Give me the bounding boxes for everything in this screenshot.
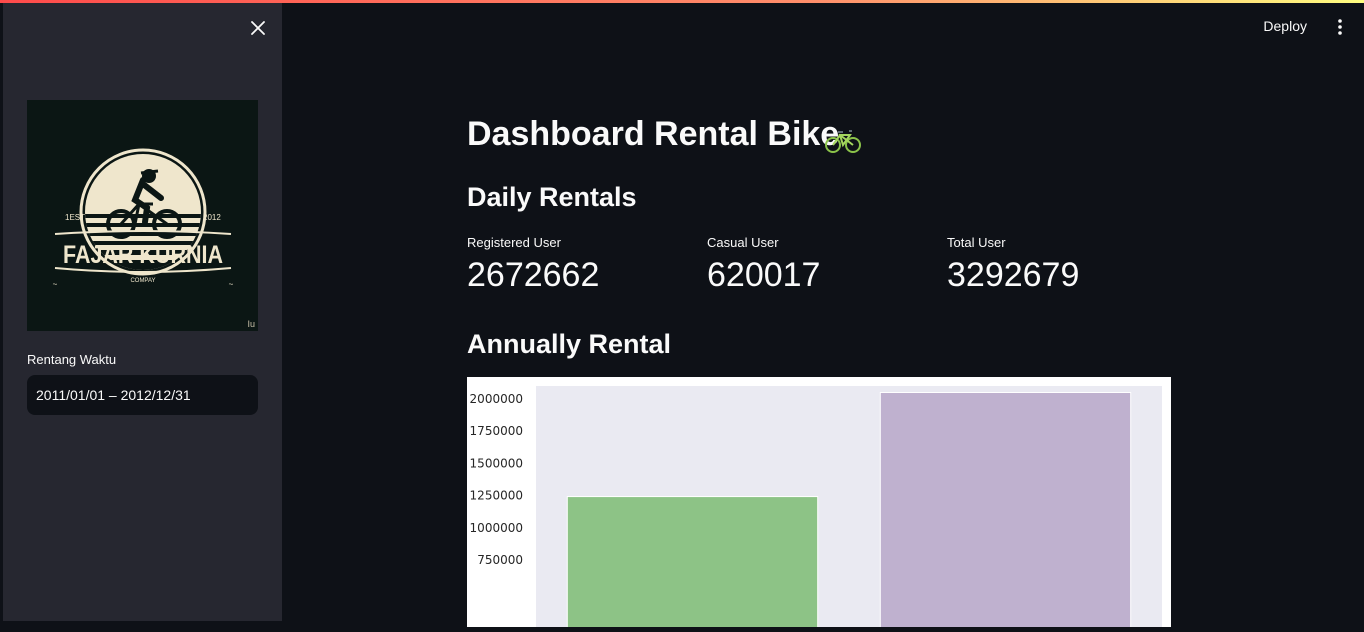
metric-total: Total User 3292679 (947, 235, 1079, 295)
y-tick-label: 1000000 (470, 521, 523, 535)
bar-1 (879, 392, 1132, 632)
metric-value: 620017 (707, 256, 821, 294)
bicycle-icon (825, 130, 861, 153)
y-tick-label: 1750000 (470, 424, 523, 438)
metric-label: Casual User (707, 235, 779, 250)
date-range-value: 2011/01/01 – 2012/12/31 (36, 387, 191, 403)
sidebar: 1EST 2012 FAJAR KURNIA COMPAY ~ ~ Iu Ren… (3, 3, 282, 621)
metric-value: 2672662 (467, 256, 600, 294)
y-tick-label: 750000 (477, 553, 523, 567)
svg-text:FAJAR KURNIA: FAJAR KURNIA (63, 241, 223, 269)
y-tick-label: 1500000 (470, 456, 523, 470)
date-range-input[interactable]: 2011/01/01 – 2012/12/31 (27, 375, 258, 415)
close-icon (251, 21, 265, 35)
svg-text:COMPAY: COMPAY (130, 278, 155, 284)
page-title: Dashboard Rental Bike (467, 115, 840, 153)
company-logo: 1EST 2012 FAJAR KURNIA COMPAY ~ ~ Iu (27, 100, 258, 331)
y-tick-label: 2000000 (470, 392, 523, 406)
y-tick-label: 1250000 (470, 489, 523, 503)
metric-registered: Registered User 2672662 (467, 235, 599, 295)
logo-watermark: Iu (247, 319, 255, 329)
svg-text:~: ~ (229, 280, 234, 289)
metric-casual: Casual User 620017 (707, 235, 820, 295)
close-sidebar-button[interactable] (247, 17, 269, 39)
metric-label: Total User (947, 235, 1006, 250)
annual-rental-chart: 750000 1000000 1250000 1500000 1750000 200000… (467, 377, 1171, 632)
metric-value: 3292679 (947, 256, 1080, 294)
date-range-label: Rentang Waktu (27, 352, 117, 367)
svg-text:1EST: 1EST (65, 213, 85, 222)
daily-rentals-heading: Daily Rentals (467, 182, 637, 212)
metric-label: Registered User (467, 235, 561, 250)
annual-rental-heading: Annually Rental (467, 329, 672, 359)
main-menu-button[interactable] (1334, 18, 1346, 36)
annual-rental-chart-svg: 750000 1000000 1250000 1500000 1750000 200000… (470, 386, 1162, 632)
deploy-button[interactable]: Deploy (1263, 18, 1307, 34)
svg-text:2012: 2012 (203, 213, 221, 222)
bar-0 (566, 496, 819, 632)
svg-text:~: ~ (53, 280, 58, 289)
main-content: Deploy Dashboard Rental Bike Daily Renta… (282, 3, 1364, 632)
more-vertical-icon (1338, 19, 1342, 35)
